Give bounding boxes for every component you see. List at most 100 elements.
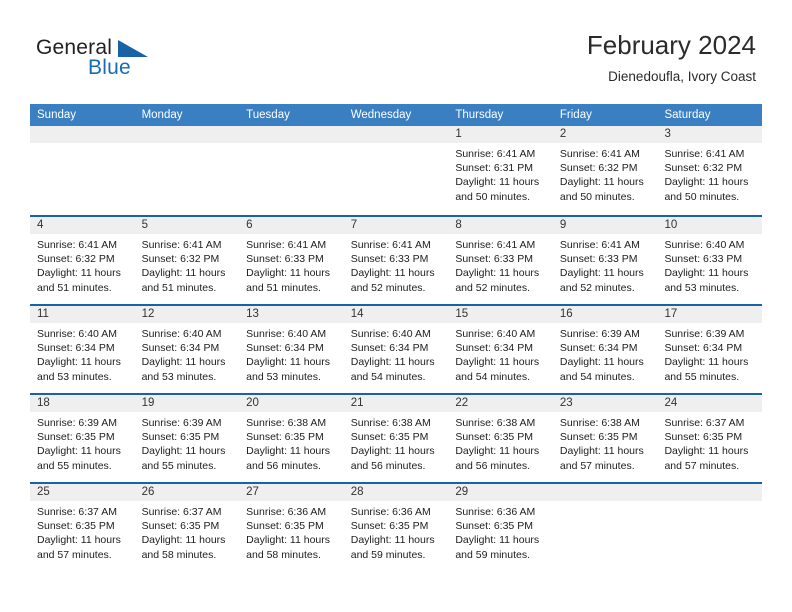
daylight-text-cont: and 52 minutes. [350, 281, 426, 294]
sunrise-text: Sunrise: 6:40 AM [664, 239, 745, 251]
sunrise-text: Sunrise: 6:36 AM [246, 506, 327, 518]
day-cell[interactable]: 7 Sunrise: 6:41 AM Sunset: 6:33 PM Daylight… [343, 217, 449, 304]
day-header: 17 [657, 306, 763, 323]
sunrise-text: Sunrise: 6:38 AM [246, 417, 327, 429]
sunrise-text: Sunrise: 6:37 AM [37, 506, 117, 518]
daylight-text-cont: and 50 minutes. [455, 190, 531, 203]
day-number: 20 [246, 397, 259, 409]
day-details: Sunrise: 6:40 AM Sunset: 6:34 PM Daylight:… [30, 323, 135, 384]
daylight-text: Daylight: 11 hours [455, 534, 540, 547]
day-cell[interactable]: 12 Sunrise: 6:40 AM Sunset: 6:34 PM Dayligh… [134, 306, 240, 393]
general-blue-logo[interactable]: General Blue [36, 36, 226, 88]
day-cell[interactable]: 20 Sunrise: 6:38 AM Sunset: 6:35 PM Dayligh… [239, 395, 344, 482]
day-cell-empty [657, 484, 763, 571]
day-cell[interactable]: 9 Sunrise: 6:41 AM Sunset: 6:33 PM Daylight… [552, 217, 658, 304]
day-details: Sunrise: 6:41 AM Sunset: 6:33 PM Daylight:… [553, 234, 658, 295]
sunset-text: Sunset: 6:33 PM [246, 253, 324, 266]
daylight-text: Daylight: 11 hours [37, 445, 121, 458]
day-number: 12 [141, 308, 155, 320]
daylight-text-cont: and 54 minutes. [559, 370, 635, 383]
day-cell-empty [134, 126, 240, 215]
day-header [657, 484, 763, 501]
day-header [552, 484, 658, 501]
day-cell[interactable]: 17 Sunrise: 6:39 AM Sunset: 6:34 PM Dayligh… [657, 306, 763, 393]
day-cell[interactable]: 3 Sunrise: 6:41 AM Sunset: 6:32 PM Daylight… [657, 126, 763, 215]
sunset-text: Sunset: 6:34 PM [350, 342, 429, 355]
day-cell-empty [239, 126, 344, 215]
day-cell[interactable]: 8 Sunrise: 6:41 AM Sunset: 6:33 PM Daylight… [448, 217, 553, 304]
sunset-text: Sunset: 6:33 PM [350, 253, 429, 266]
day-number: 26 [141, 486, 155, 498]
day-cell[interactable]: 28 Sunrise: 6:36 AM Sunset: 6:35 PM Dayligh… [343, 484, 449, 571]
sunrise-text: Sunrise: 6:41 AM [246, 239, 327, 251]
day-cell[interactable]: 22 Sunrise: 6:38 AM Sunset: 6:35 PM Dayligh… [448, 395, 553, 482]
day-header: 4 [30, 217, 135, 234]
day-number: 29 [455, 486, 469, 498]
day-cell[interactable]: 29 Sunrise: 6:36 AM Sunset: 6:35 PM Dayligh… [448, 484, 553, 571]
day-cell[interactable]: 11 Sunrise: 6:40 AM Sunset: 6:34 PM Dayligh… [30, 306, 135, 393]
page-title: February 2024 [586, 30, 756, 60]
day-details: Sunrise: 6:40 AM Sunset: 6:34 PM Daylight:… [448, 323, 553, 384]
daylight-text-cont: and 57 minutes. [559, 459, 635, 472]
sunrise-text: Sunrise: 6:37 AM [141, 506, 222, 518]
day-cell[interactable]: 24 Sunrise: 6:37 AM Sunset: 6:35 PM Dayligh… [657, 395, 763, 482]
day-details: Sunrise: 6:37 AM Sunset: 6:35 PM Daylight:… [135, 501, 240, 562]
sunset-text: Sunset: 6:35 PM [350, 520, 429, 533]
day-cell[interactable]: 6 Sunrise: 6:41 AM Sunset: 6:33 PM Daylight… [239, 217, 344, 304]
day-header: 20 [239, 395, 344, 412]
day-cell[interactable]: 14 Sunrise: 6:40 AM Sunset: 6:34 PM Dayligh… [343, 306, 449, 393]
day-header: 24 [657, 395, 763, 412]
day-cell[interactable]: 1 Sunrise: 6:41 AM Sunset: 6:31 PM Daylight… [448, 126, 553, 215]
daylight-text: Daylight: 11 hours [664, 267, 749, 280]
sunrise-text: Sunrise: 6:38 AM [350, 417, 431, 429]
title-block: February 2024 Dienedoufla, Ivory Coast [587, 28, 756, 88]
day-cell[interactable]: 2 Sunrise: 6:41 AM Sunset: 6:32 PM Daylight… [552, 126, 658, 215]
day-number: 28 [350, 486, 364, 498]
week-row: 4 Sunrise: 6:41 AM Sunset: 6:32 PM Daylight… [30, 215, 763, 304]
day-cell[interactable]: 21 Sunrise: 6:38 AM Sunset: 6:35 PM Dayligh… [343, 395, 449, 482]
week-row: 11 Sunrise: 6:40 AM Sunset: 6:34 PM Dayligh… [30, 304, 763, 393]
day-details: Sunrise: 6:40 AM Sunset: 6:34 PM Daylight:… [239, 323, 344, 384]
day-header: 15 [448, 306, 553, 323]
daylight-text-cont: and 54 minutes. [455, 370, 531, 383]
day-cell[interactable]: 16 Sunrise: 6:39 AM Sunset: 6:34 PM Dayligh… [552, 306, 658, 393]
sunset-text: Sunset: 6:35 PM [141, 520, 220, 533]
day-details: Sunrise: 6:37 AM Sunset: 6:35 PM Daylight:… [657, 412, 762, 473]
day-details: Sunrise: 6:41 AM Sunset: 6:33 PM Daylight:… [239, 234, 344, 295]
day-header [134, 126, 240, 143]
day-header: 25 [30, 484, 135, 501]
day-cell[interactable]: 26 Sunrise: 6:37 AM Sunset: 6:35 PM Dayligh… [134, 484, 240, 571]
sunset-text: Sunset: 6:35 PM [455, 431, 533, 444]
day-number: 14 [350, 308, 364, 320]
day-details: Sunrise: 6:40 AM Sunset: 6:34 PM Daylight:… [344, 323, 449, 384]
day-cell[interactable]: 15 Sunrise: 6:40 AM Sunset: 6:34 PM Dayligh… [448, 306, 553, 393]
daylight-text-cont: and 53 minutes. [246, 370, 321, 383]
day-number: 27 [246, 486, 259, 498]
day-header: 9 [552, 217, 658, 234]
day-header: 28 [343, 484, 449, 501]
day-cell[interactable]: 4 Sunrise: 6:41 AM Sunset: 6:32 PM Daylight… [30, 217, 135, 304]
day-cell[interactable]: 25 Sunrise: 6:37 AM Sunset: 6:35 PM Dayligh… [30, 484, 135, 571]
sunrise-text: Sunrise: 6:37 AM [664, 417, 745, 429]
day-cell[interactable]: 27 Sunrise: 6:36 AM Sunset: 6:35 PM Dayligh… [239, 484, 344, 571]
sunrise-text: Sunrise: 6:40 AM [350, 328, 431, 340]
day-header: 14 [343, 306, 449, 323]
day-cell[interactable]: 18 Sunrise: 6:39 AM Sunset: 6:35 PM Dayligh… [30, 395, 135, 482]
daylight-text: Daylight: 11 hours [455, 445, 540, 458]
daylight-text-cont: and 50 minutes. [664, 190, 740, 203]
weekday-header-tuesday: Tuesday [246, 109, 290, 121]
day-header: 26 [134, 484, 240, 501]
day-number: 4 [37, 219, 44, 231]
day-details: Sunrise: 6:41 AM Sunset: 6:32 PM Daylight:… [30, 234, 135, 295]
day-header: 6 [239, 217, 344, 234]
day-cell[interactable]: 19 Sunrise: 6:39 AM Sunset: 6:35 PM Dayligh… [134, 395, 240, 482]
day-cell[interactable]: 10 Sunrise: 6:40 AM Sunset: 6:33 PM Dayligh… [657, 217, 763, 304]
day-cell[interactable]: 13 Sunrise: 6:40 AM Sunset: 6:34 PM Dayligh… [239, 306, 344, 393]
sunrise-text: Sunrise: 6:38 AM [559, 417, 640, 429]
day-cell[interactable]: 23 Sunrise: 6:38 AM Sunset: 6:35 PM Dayligh… [552, 395, 658, 482]
day-number: 11 [37, 308, 49, 320]
daylight-text: Daylight: 11 hours [141, 445, 226, 458]
day-header: 13 [239, 306, 344, 323]
day-cell[interactable]: 5 Sunrise: 6:41 AM Sunset: 6:32 PM Daylight… [134, 217, 240, 304]
daylight-text: Daylight: 11 hours [246, 445, 331, 458]
